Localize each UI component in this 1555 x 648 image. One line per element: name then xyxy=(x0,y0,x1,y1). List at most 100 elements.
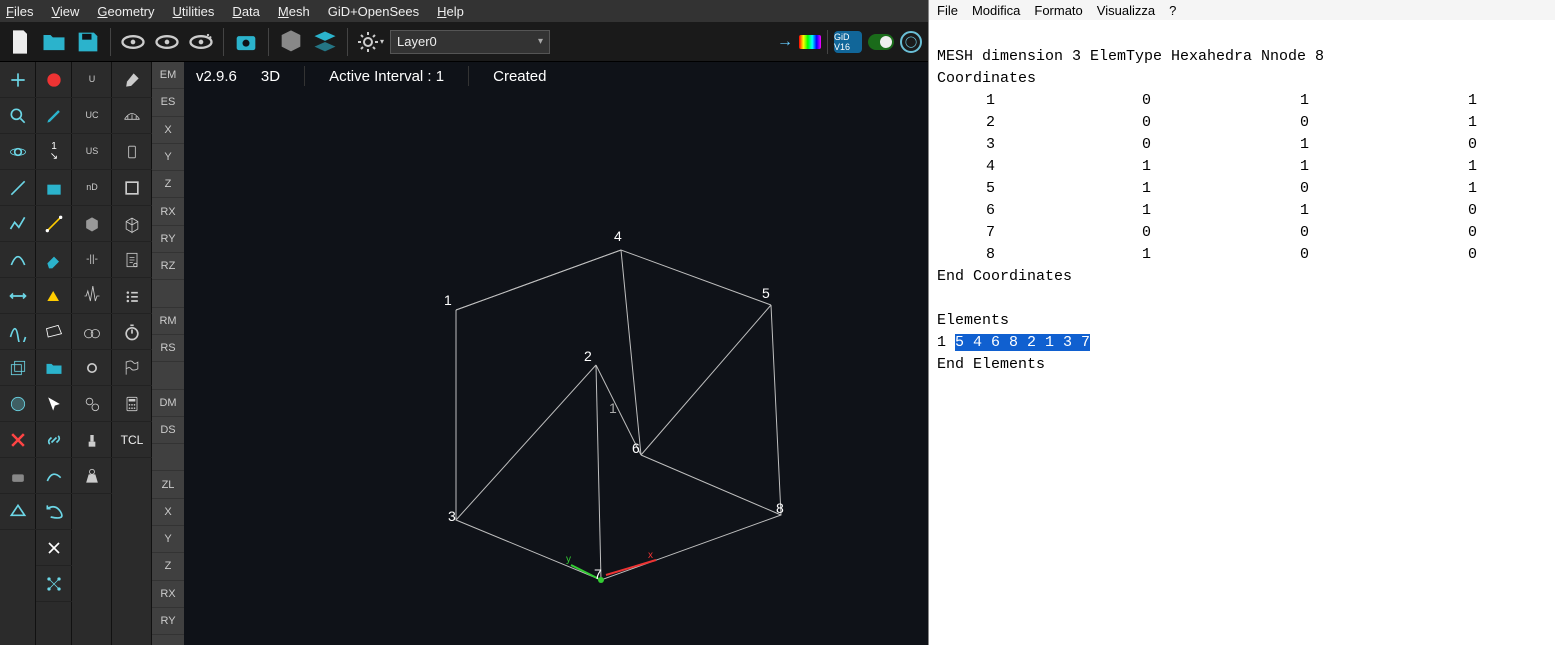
menu-mesh[interactable]: Mesh xyxy=(278,4,310,19)
tool-wirecube-icon[interactable] xyxy=(0,350,36,386)
frame-icon[interactable] xyxy=(112,170,152,206)
save-icon[interactable] xyxy=(74,28,102,56)
mat-nd-icon[interactable]: nD xyxy=(72,170,112,206)
tool-zoom-icon[interactable] xyxy=(0,98,36,134)
lab-x[interactable]: X xyxy=(152,117,184,144)
tool-line-icon[interactable] xyxy=(0,170,36,206)
lab-y[interactable]: Y xyxy=(152,144,184,171)
report-icon[interactable] xyxy=(112,242,152,278)
lab-rm[interactable]: RM xyxy=(152,308,184,335)
sel-tri-icon[interactable] xyxy=(36,278,72,314)
calc-icon[interactable] xyxy=(112,386,152,422)
box3d-icon[interactable] xyxy=(112,206,152,242)
path-icon[interactable] xyxy=(36,458,72,494)
tcl-icon[interactable]: TCL xyxy=(112,422,152,458)
lab-ry[interactable]: RY xyxy=(152,226,184,253)
canvas-3d[interactable]: x y 1 2 3 4 5 6 7 8 1 xyxy=(184,90,928,645)
gid-badge[interactable]: GiD V16 xyxy=(834,31,862,53)
lab-rx[interactable]: RX xyxy=(152,198,184,225)
sel-line-icon[interactable] xyxy=(36,206,72,242)
lab-zl[interactable]: ZL xyxy=(152,471,184,498)
np-menu-formato[interactable]: Formato xyxy=(1034,3,1082,18)
lab-rs[interactable]: RS xyxy=(152,335,184,362)
run-gear-icon[interactable] xyxy=(72,350,112,386)
lab-y2[interactable]: Y xyxy=(152,526,184,553)
menu-gid-opensees[interactable]: GiD+OpenSees xyxy=(328,4,419,19)
np-menu-file[interactable]: File xyxy=(937,3,958,18)
folder-icon[interactable] xyxy=(36,350,72,386)
brush-icon[interactable] xyxy=(112,62,152,98)
list-icon[interactable] xyxy=(112,278,152,314)
stopwatch-icon[interactable] xyxy=(112,314,152,350)
eye2-icon[interactable] xyxy=(153,28,181,56)
layers-icon[interactable] xyxy=(311,28,339,56)
tool-plus-icon[interactable] xyxy=(0,62,36,98)
fill-icon[interactable] xyxy=(36,170,72,206)
camera-icon[interactable] xyxy=(232,28,260,56)
tool-plane-icon[interactable] xyxy=(0,494,36,530)
eye3-icon[interactable] xyxy=(187,28,215,56)
sound-icon[interactable] xyxy=(72,278,112,314)
sel-arrow-icon[interactable] xyxy=(36,386,72,422)
tool-grey-icon[interactable] xyxy=(0,458,36,494)
mat-u-icon[interactable]: U xyxy=(72,62,112,98)
damper-icon[interactable]: -||- xyxy=(72,242,112,278)
lab-em[interactable]: EM xyxy=(152,62,184,89)
menu-data[interactable]: Data xyxy=(232,4,259,19)
tool-dist-icon[interactable] xyxy=(0,278,36,314)
notepad-text-area[interactable]: MESH dimension 3 ElemType Hexahedra Nnod… xyxy=(929,20,1555,645)
mat-uc-icon[interactable]: UC xyxy=(72,98,112,134)
tool-orbit-icon[interactable] xyxy=(0,134,36,170)
lab-es[interactable]: ES xyxy=(152,89,184,116)
rings-icon[interactable] xyxy=(72,314,112,350)
np-menu-help[interactable]: ? xyxy=(1169,3,1176,18)
menu-utilities[interactable]: Utilities xyxy=(173,4,215,19)
lab-rx2[interactable]: RX xyxy=(152,581,184,608)
gears-icon[interactable] xyxy=(72,386,112,422)
mat-us-icon[interactable]: US xyxy=(72,134,112,170)
tool-sphere-icon[interactable] xyxy=(0,386,36,422)
eraser-icon[interactable] xyxy=(36,242,72,278)
rainbow-icon[interactable] xyxy=(799,35,821,49)
lab-ry2[interactable]: RY xyxy=(152,608,184,635)
pencil-icon[interactable] xyxy=(36,98,72,134)
net-icon[interactable] xyxy=(36,566,72,602)
gear-icon[interactable]: ▾ xyxy=(356,28,384,56)
lab-dm[interactable]: DM xyxy=(152,390,184,417)
link-icon[interactable] xyxy=(36,422,72,458)
record-icon[interactable] xyxy=(36,62,72,98)
device-icon[interactable] xyxy=(112,134,152,170)
cube-icon[interactable] xyxy=(277,28,305,56)
user-avatar-icon[interactable]: ◯ xyxy=(900,31,922,53)
open-folder-icon[interactable] xyxy=(40,28,68,56)
lab-z2[interactable]: Z xyxy=(152,553,184,580)
tool-x-icon[interactable] xyxy=(0,422,36,458)
np-menu-visualizza[interactable]: Visualizza xyxy=(1097,3,1155,18)
solid-cube-icon[interactable] xyxy=(72,206,112,242)
sel-quad-icon[interactable] xyxy=(36,314,72,350)
undo-icon[interactable] xyxy=(36,494,72,530)
flag-icon[interactable] xyxy=(112,350,152,386)
lab-z[interactable]: Z xyxy=(152,171,184,198)
viewport[interactable]: v2.9.6 3D Active Interval : 1 Created xyxy=(184,62,928,645)
arrow-right-icon[interactable]: → xyxy=(777,33,793,51)
tool-spline-icon[interactable] xyxy=(0,314,36,350)
menu-files[interactable]: Files xyxy=(6,4,33,19)
tool-arc-icon[interactable] xyxy=(0,242,36,278)
lab-rz[interactable]: RZ xyxy=(152,253,184,280)
num1-icon[interactable]: 1↘ xyxy=(36,134,72,170)
tool-polyline-icon[interactable] xyxy=(0,206,36,242)
new-file-icon[interactable] xyxy=(6,28,34,56)
toggle-switch[interactable] xyxy=(868,34,894,50)
layer-select[interactable]: Layer0 ▾ xyxy=(390,30,550,54)
lab-ds[interactable]: DS xyxy=(152,417,184,444)
lab-x2[interactable]: X xyxy=(152,499,184,526)
eye-icon[interactable] xyxy=(119,28,147,56)
menu-help[interactable]: Help xyxy=(437,4,464,19)
menu-view[interactable]: View xyxy=(51,4,79,19)
menu-geometry[interactable]: Geometry xyxy=(97,4,154,19)
bridge-icon[interactable] xyxy=(112,98,152,134)
scale-icon[interactable] xyxy=(72,422,112,458)
arrow-set-icon[interactable] xyxy=(36,530,72,566)
np-menu-modifica[interactable]: Modifica xyxy=(972,3,1020,18)
